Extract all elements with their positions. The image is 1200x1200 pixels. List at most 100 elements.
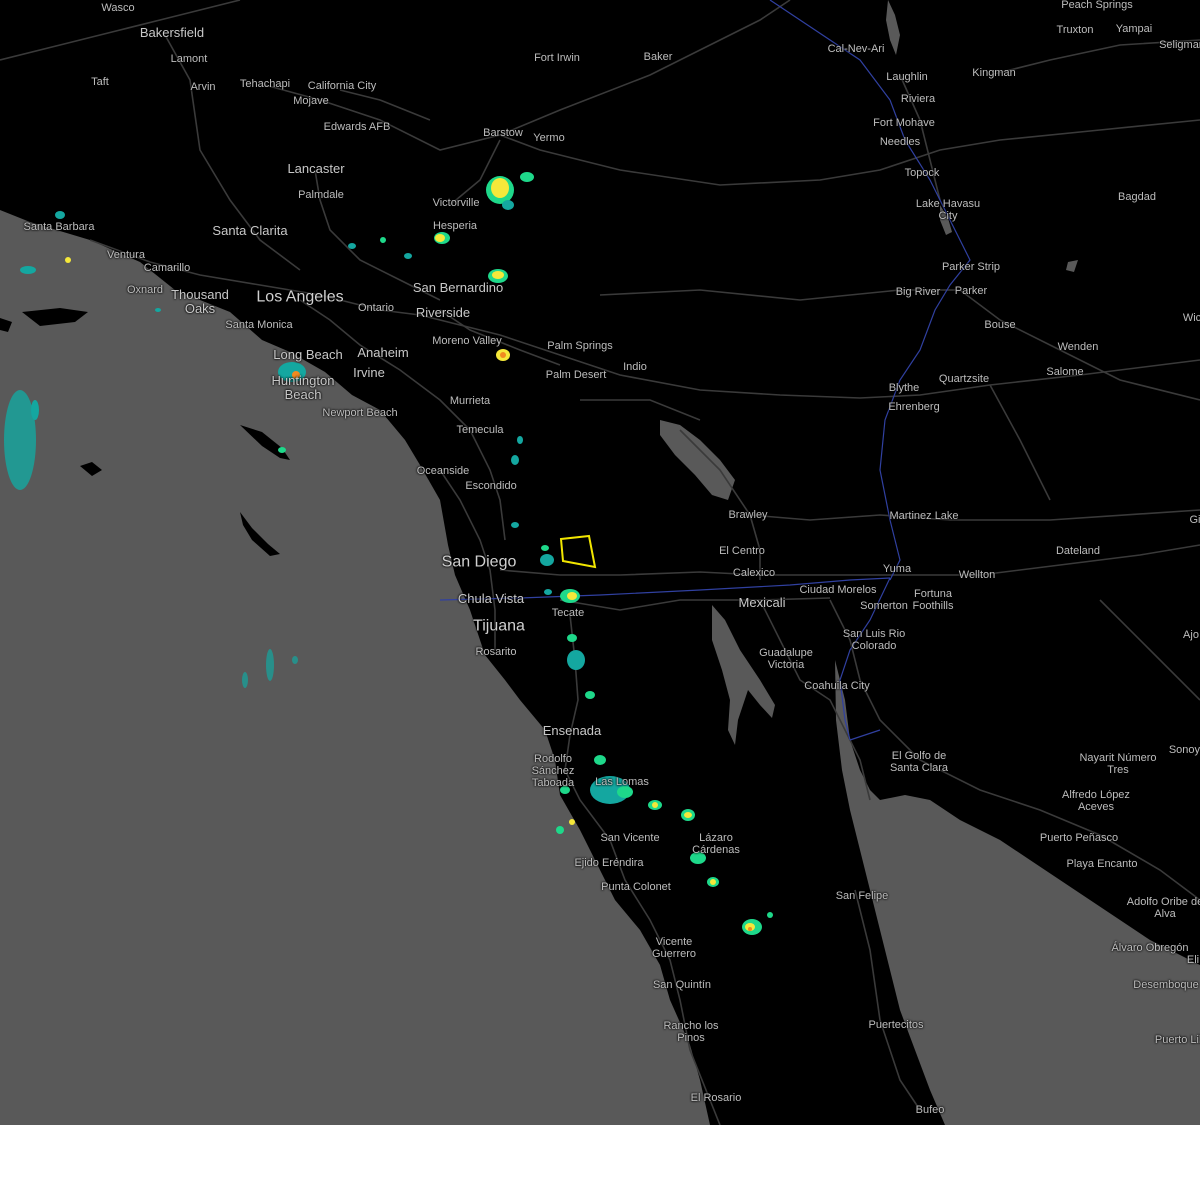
place-label-punta-colonet: Punta Colonet: [601, 881, 671, 893]
place-label-fort-irwin: Fort Irwin: [534, 52, 580, 64]
place-label-riverside: Riverside: [415, 305, 471, 320]
place-label-alfredo-l-pez-aceves: Alfredo López Aceves: [1062, 789, 1130, 813]
place-label-san-luis-rio-colorado: San Luis Rio Colorado: [842, 628, 906, 652]
place-label-yermo: Yermo: [533, 132, 565, 144]
place-label-playa-encanto: Playa Encanto: [1066, 858, 1138, 870]
place-label-wenden: Wenden: [1057, 341, 1099, 353]
place-label-brawley: Brawley: [728, 509, 768, 521]
place-label-salome: Salome: [1046, 366, 1084, 378]
place-label-lancaster: Lancaster: [287, 161, 345, 176]
place-label-fort-mohave: Fort Mohave: [873, 117, 935, 129]
place-label-coahuila-city: Coahuila City: [804, 680, 870, 692]
place-label-anaheim: Anaheim: [357, 345, 409, 360]
place-label-mojave: Mojave: [293, 95, 329, 107]
place-label-sonoyta: Sonoyta: [1168, 744, 1200, 756]
place-label--lvaro-obreg-n: Álvaro Obregón: [1111, 942, 1189, 954]
place-label-san-quint-n: San Quintín: [652, 979, 712, 991]
footer-blank: [0, 1125, 1200, 1200]
place-label-victorville: Victorville: [432, 197, 480, 209]
place-label-murrieta: Murrieta: [449, 395, 491, 407]
place-label-santa-barbara: Santa Barbara: [23, 221, 95, 233]
place-label-desemboque: Desemboque: [1133, 979, 1199, 991]
place-label-ajo: Ajo: [1183, 629, 1199, 641]
place-label-las-lomas: Las Lomas: [595, 776, 649, 788]
place-label-el-centro: El Centro: [719, 545, 765, 557]
place-label-nayarit-n-mero-tres: Nayarit Número Tres: [1079, 752, 1157, 776]
place-label-truxton: Truxton: [1056, 24, 1094, 36]
place-label-puertecitos: Puertecitos: [868, 1019, 924, 1031]
place-label-palmdale: Palmdale: [298, 189, 344, 201]
place-label-puerto-pe-asco: Puerto Peñasco: [1039, 832, 1119, 844]
place-label-ventura: Ventura: [107, 249, 145, 261]
place-label-ontario: Ontario: [357, 302, 395, 314]
place-label-puerto-lib: Puerto Lib: [1154, 1034, 1200, 1046]
place-label-santa-monica: Santa Monica: [225, 319, 293, 331]
place-label-oxnard: Oxnard: [126, 284, 164, 296]
place-label-kingman: Kingman: [972, 67, 1016, 79]
place-label-bufeo: Bufeo: [915, 1104, 945, 1116]
place-label-oceanside: Oceanside: [416, 465, 470, 477]
place-label-moreno-valley: Moreno Valley: [432, 335, 502, 347]
place-label-rancho-los-pinos: Rancho los Pinos: [663, 1020, 719, 1044]
place-label-bagdad: Bagdad: [1118, 191, 1156, 203]
place-label-tijuana: Tijuana: [473, 617, 525, 635]
place-label-adolfo-oribe-de-alva: Adolfo Oribe de Alva: [1126, 896, 1200, 920]
place-label-rodolfo-s-nchez-taboada: Rodolfo Sánchez Taboada: [531, 753, 575, 789]
place-label-big-river: Big River: [895, 286, 941, 298]
place-label-needles: Needles: [879, 136, 921, 148]
dry-lake: [1066, 260, 1078, 272]
place-label-martinez-lake: Martinez Lake: [889, 510, 959, 522]
place-label-huntington-beach: Huntington Beach: [271, 373, 335, 402]
salton-sea: [660, 420, 735, 500]
radar-map[interactable]: Wasco Bakersfield Lamont Arvin Taft Tehachapi…: [0, 0, 1200, 1125]
place-label-long-beach: Long Beach: [273, 347, 343, 362]
place-label-guadalupe-victoria: Guadalupe Victoria: [759, 647, 813, 671]
place-label-lake-havasu-city: Lake Havasu City: [915, 198, 981, 222]
place-label-parker-strip: Parker Strip: [941, 261, 1001, 273]
place-label-seligman: Seligman: [1159, 39, 1200, 51]
place-label-rosarito: Rosarito: [475, 646, 517, 658]
place-label-tehachapi: Tehachapi: [239, 78, 291, 90]
place-label-los-angeles: Los Angeles: [256, 288, 344, 306]
laguna-salada: [712, 605, 775, 745]
place-label-newport-beach: Newport Beach: [322, 407, 398, 419]
place-label-quartzsite: Quartzsite: [938, 373, 990, 385]
place-label-riviera: Riviera: [900, 93, 936, 105]
place-label-l-zaro-c-rdenas: Lázaro Cárdenas: [692, 832, 740, 856]
place-label-arvin: Arvin: [190, 81, 216, 93]
place-label-escondido: Escondido: [465, 480, 517, 492]
place-label-dateland: Dateland: [1055, 545, 1101, 557]
place-label-eli: Eli: [1186, 954, 1200, 966]
place-label-calexico: Calexico: [732, 567, 776, 579]
place-label-parker: Parker: [954, 285, 988, 297]
place-label-gi: Gi: [1189, 514, 1200, 526]
place-label-palm-springs: Palm Springs: [547, 340, 613, 352]
place-label-temecula: Temecula: [456, 424, 504, 436]
place-label-irvine: Irvine: [353, 365, 385, 380]
place-label-wellton: Wellton: [958, 569, 996, 581]
place-label-santa-clarita: Santa Clarita: [212, 223, 288, 238]
lake-mohave: [886, 0, 900, 55]
place-label-thousand-oaks: Thousand Oaks: [171, 287, 229, 316]
place-label-san-vicente: San Vicente: [600, 832, 660, 844]
place-label-california-city: California City: [307, 80, 377, 92]
place-label-edwards-afb: Edwards AFB: [323, 121, 391, 133]
place-label-vicente-guerrero: Vicente Guerrero: [651, 936, 697, 960]
place-label-indio: Indio: [623, 361, 647, 373]
place-label-camarillo: Camarillo: [143, 262, 191, 274]
place-label-barstow: Barstow: [483, 127, 523, 139]
place-label-chula-vista: Chula Vista: [457, 591, 525, 606]
place-label-ejido-er-ndira: Ejido Eréndira: [574, 857, 644, 869]
warning-polygon: [559, 534, 597, 569]
place-label-bouse: Bouse: [984, 319, 1016, 331]
place-label-hesperia: Hesperia: [432, 220, 478, 232]
place-label-ensenada: Ensenada: [542, 723, 602, 738]
place-label-lamont: Lamont: [170, 53, 208, 65]
place-label-ciudad-morelos: Ciudad Morelos: [799, 584, 877, 596]
place-label-san-bernardino: San Bernardino: [412, 280, 504, 295]
place-label-wasco: Wasco: [101, 2, 135, 14]
place-label-bakersfield: Bakersfield: [139, 25, 205, 40]
place-label-peach-springs: Peach Springs: [1061, 0, 1133, 11]
place-label-yuma: Yuma: [882, 563, 912, 575]
place-label-laughlin: Laughlin: [886, 71, 928, 83]
